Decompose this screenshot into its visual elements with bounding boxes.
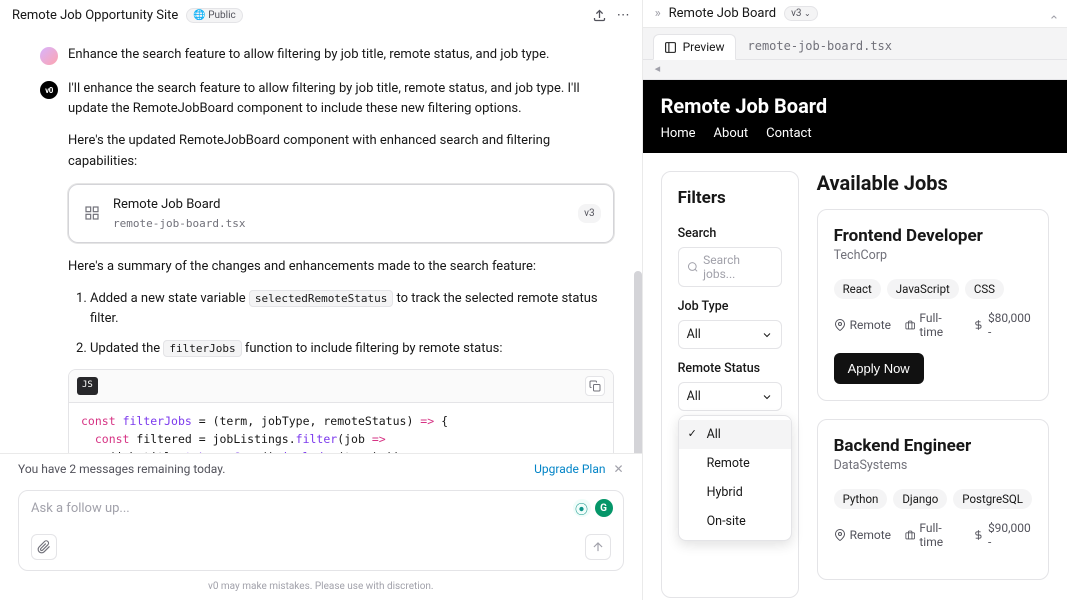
job-title: Frontend Developer: [834, 226, 1032, 246]
component-filename: remote-job-board.tsx: [113, 215, 568, 232]
job-salary: $90,000 -: [973, 521, 1032, 549]
project-title: Remote Job Opportunity Site: [12, 8, 178, 23]
input-placeholder: Ask a follow up...: [31, 501, 611, 516]
job-tag: Python: [834, 489, 888, 509]
job-card: Backend Engineer DataSystems Python Djan…: [817, 419, 1049, 580]
chevron-down-icon: [761, 391, 773, 403]
attach-button[interactable]: [31, 534, 57, 560]
search-label: Search: [678, 226, 782, 241]
back-nav[interactable]: ◂: [643, 60, 1067, 80]
job-type: Full-time: [905, 521, 959, 549]
job-location: Remote: [834, 528, 891, 542]
disclaimer: v0 may make mistakes. Please use with di…: [0, 577, 642, 600]
component-icon: [81, 202, 103, 224]
job-type: Full-time: [905, 311, 959, 339]
dollar-icon: [973, 529, 984, 541]
jobs-heading: Available Jobs: [817, 171, 1049, 195]
job-tag: React: [834, 279, 881, 299]
version-pill: v3: [578, 204, 600, 224]
job-tag: Django: [893, 489, 947, 509]
copy-button[interactable]: [585, 376, 605, 396]
list-item: Added a new state variable selectedRemot…: [90, 289, 614, 329]
job-salary: $80,000 -: [973, 311, 1032, 339]
remote-select[interactable]: All: [678, 382, 782, 411]
bot-text: I'll enhance the search feature to allow…: [68, 79, 614, 119]
job-tag: JavaScript: [887, 279, 959, 299]
send-button[interactable]: [585, 534, 611, 560]
jobtype-select[interactable]: All: [678, 320, 782, 349]
briefcase-icon: [905, 319, 915, 331]
window-icon: [664, 41, 677, 54]
bot-avatar: v0: [40, 81, 58, 99]
user-avatar: [40, 47, 58, 65]
component-card[interactable]: Remote Job Board remote-job-board.tsx v3: [68, 184, 614, 243]
nav-link-contact[interactable]: Contact: [766, 126, 811, 141]
list-item: Updated the filterJobs function to inclu…: [90, 339, 614, 359]
share-icon[interactable]: [592, 8, 607, 23]
apply-button[interactable]: Apply Now: [834, 353, 924, 384]
bot-text: Here's the updated RemoteJobBoard compon…: [68, 131, 614, 171]
chevron-down-icon: [761, 329, 773, 341]
search-input[interactable]: Search jobs...: [678, 247, 782, 287]
close-icon[interactable]: ✕: [614, 462, 624, 476]
nav-link-home[interactable]: Home: [661, 126, 696, 141]
visibility-badge: 🌐 Public: [186, 8, 242, 23]
dropdown-option[interactable]: Remote: [679, 449, 791, 478]
suggest-icon[interactable]: ⦿: [573, 499, 591, 517]
job-tag: PostgreSQL: [953, 489, 1032, 509]
dropdown-option[interactable]: All: [679, 420, 791, 449]
chat-input[interactable]: Ask a follow up... ⦿ G: [18, 490, 624, 571]
preview-tab[interactable]: Preview: [653, 34, 736, 60]
dollar-icon: [973, 319, 984, 331]
upgrade-link[interactable]: Upgrade Plan: [534, 462, 605, 476]
job-company: DataSystems: [834, 458, 1032, 473]
pin-icon: [834, 529, 846, 541]
site-title: Remote Job Board: [661, 94, 1049, 118]
dropdown-option[interactable]: On-site: [679, 507, 791, 536]
job-location: Remote: [834, 318, 891, 332]
version-selector[interactable]: v3 ⌄: [784, 6, 818, 21]
collapse-icon[interactable]: ⌃: [1047, 14, 1061, 28]
pin-icon: [834, 319, 846, 331]
jobtype-label: Job Type: [678, 299, 782, 314]
bot-text: Here's a summary of the changes and enha…: [68, 257, 614, 277]
briefcase-icon: [905, 529, 915, 541]
remote-label: Remote Status: [678, 361, 782, 376]
code-body: const filterJobs = (term, jobType, remot…: [69, 403, 613, 453]
code-block: JS const filterJobs = (term, jobType, re…: [68, 369, 614, 453]
user-message: Enhance the search feature to allow filt…: [68, 45, 614, 65]
filters-heading: Filters: [678, 188, 782, 208]
search-icon: [687, 261, 699, 273]
job-company: TechCorp: [834, 248, 1032, 263]
grammar-icon[interactable]: G: [595, 499, 613, 517]
expand-icon[interactable]: »: [655, 6, 661, 21]
job-card: Frontend Developer TechCorp React JavaSc…: [817, 209, 1049, 401]
inline-code: filterJobs: [163, 340, 241, 357]
job-tag: CSS: [965, 279, 1004, 299]
remote-dropdown: All Remote Hybrid On-site: [678, 415, 792, 541]
lang-pill: JS: [77, 377, 98, 395]
preview-title: Remote Job Board: [669, 6, 776, 21]
inline-code: selectedRemoteStatus: [249, 290, 393, 307]
file-tab[interactable]: remote-job-board.tsx: [742, 39, 893, 59]
quota-message: You have 2 messages remaining today.: [18, 462, 225, 476]
more-icon[interactable]: ⋯: [617, 8, 630, 23]
component-title: Remote Job Board: [113, 195, 568, 215]
scrollbar[interactable]: [634, 271, 642, 453]
job-title: Backend Engineer: [834, 436, 1032, 456]
nav-link-about[interactable]: About: [714, 126, 749, 141]
dropdown-option[interactable]: Hybrid: [679, 478, 791, 507]
